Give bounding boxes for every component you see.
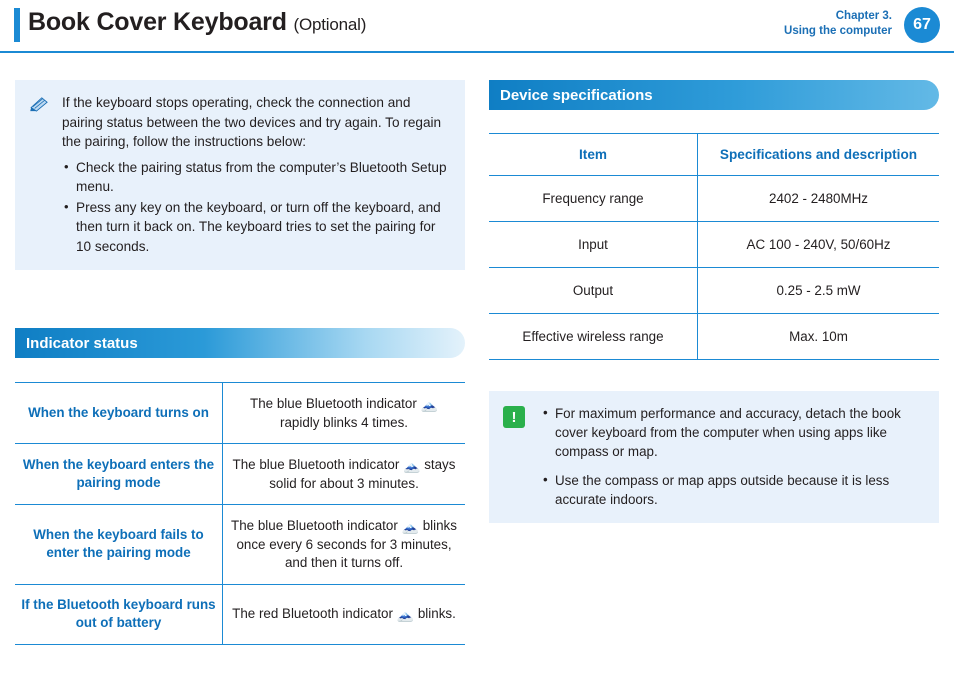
indicator-condition-label: If the Bluetooth keyboard runs out of ba… [15, 583, 223, 645]
spec-item: Input [489, 221, 698, 268]
caution-bullet-item: Use the compass or map apps outside beca… [541, 470, 923, 509]
indicator-description: The blue Bluetooth indicator 🗻 stays sol… [222, 443, 465, 505]
column-header-specifications: Specifications and description [697, 133, 939, 176]
page-title: Book Cover Keyboard (Optional) [28, 8, 366, 37]
section-heading-device-specifications: Device specifications [489, 80, 939, 110]
page-number-badge: 67 [904, 7, 940, 43]
page-header: Book Cover Keyboard (Optional) Chapter 3… [0, 0, 954, 53]
indicator-text-before: The red Bluetooth indicator [232, 606, 393, 622]
header-accent-bar [14, 8, 20, 42]
caution-box: ! For maximum performance and accuracy, … [489, 391, 939, 523]
exclamation-icon: ! [503, 406, 525, 428]
indicator-text-after: rapidly blinks 4 times. [279, 414, 408, 430]
indicator-description: The blue Bluetooth indicator 🗻 rapidly b… [222, 382, 465, 444]
section-heading-label: Device specifications [500, 86, 653, 104]
note-bullet-list: Check the pairing status from the comput… [62, 157, 451, 257]
chapter-name: Using the computer [784, 25, 892, 37]
indicator-description: The red Bluetooth indicator 🗻 blinks. [222, 583, 465, 645]
table-row: Effective wireless range Max. 10m [489, 313, 939, 360]
spec-item: Effective wireless range [489, 313, 698, 360]
caution-bullet-item: For maximum performance and accuracy, de… [541, 403, 923, 461]
indicator-condition-label: When the keyboard turns on [15, 382, 223, 444]
table-row: Input AC 100 - 240V, 50/60Hz [489, 221, 939, 268]
note-box: If the keyboard stops operating, check t… [15, 80, 465, 270]
indicator-status-table: When the keyboard turns on The blue Blue… [15, 382, 465, 645]
table-row: When the keyboard enters the pairing mod… [15, 443, 465, 505]
table-header-row: Item Specifications and description [489, 133, 939, 176]
indicator-condition-label: When the keyboard fails to enter the pai… [15, 504, 223, 585]
spec-item: Frequency range [489, 175, 698, 222]
chapter-label: Chapter 3. Using the computer [784, 9, 892, 39]
table-row: When the keyboard fails to enter the pai… [15, 504, 465, 585]
pencil-note-icon [30, 97, 48, 112]
indicator-text-after: blinks. [417, 606, 456, 622]
bluetooth-icon: 🗻 [403, 457, 421, 473]
section-heading-label: Indicator status [26, 334, 138, 352]
header-divider [0, 51, 954, 53]
table-row: Output 0.25 - 2.5 mW [489, 267, 939, 314]
note-bullet-item: Press any key on the keyboard, or turn o… [62, 197, 451, 257]
spec-value: 0.25 - 2.5 mW [697, 267, 939, 314]
column-header-item: Item [489, 133, 698, 176]
spec-item: Output [489, 267, 698, 314]
spec-value: AC 100 - 240V, 50/60Hz [697, 221, 939, 268]
bluetooth-icon: 🗻 [401, 518, 419, 534]
spec-value: 2402 - 2480MHz [697, 175, 939, 222]
left-column: If the keyboard stops operating, check t… [15, 80, 465, 645]
note-bullet-item: Check the pairing status from the comput… [62, 157, 451, 197]
table-row: If the Bluetooth keyboard runs out of ba… [15, 583, 465, 645]
indicator-text-before: The blue Bluetooth indicator [232, 457, 400, 472]
table-row: When the keyboard turns on The blue Blue… [15, 382, 465, 444]
right-column: Device specifications Item Specification… [489, 80, 939, 523]
bluetooth-icon: 🗻 [420, 396, 438, 412]
device-specifications-table: Item Specifications and description Freq… [489, 133, 939, 360]
bluetooth-icon: 🗻 [396, 606, 415, 623]
indicator-text-before: The blue Bluetooth indicator [250, 396, 417, 411]
indicator-description: The blue Bluetooth indicator 🗻 blinks on… [222, 504, 465, 585]
page-title-main: Book Cover Keyboard [28, 8, 287, 36]
section-heading-indicator-status: Indicator status [15, 328, 465, 358]
caution-bullet-list: For maximum performance and accuracy, de… [541, 403, 923, 509]
indicator-condition-label: When the keyboard enters the pairing mod… [15, 443, 223, 505]
indicator-text-before: The blue Bluetooth indicator [231, 518, 398, 533]
note-paragraph: If the keyboard stops operating, check t… [62, 95, 442, 149]
spec-value: Max. 10m [697, 313, 939, 360]
table-row: Frequency range 2402 - 2480MHz [489, 175, 939, 222]
page-title-optional: (Optional) [293, 15, 367, 34]
chapter-number: Chapter 3. [835, 10, 892, 22]
